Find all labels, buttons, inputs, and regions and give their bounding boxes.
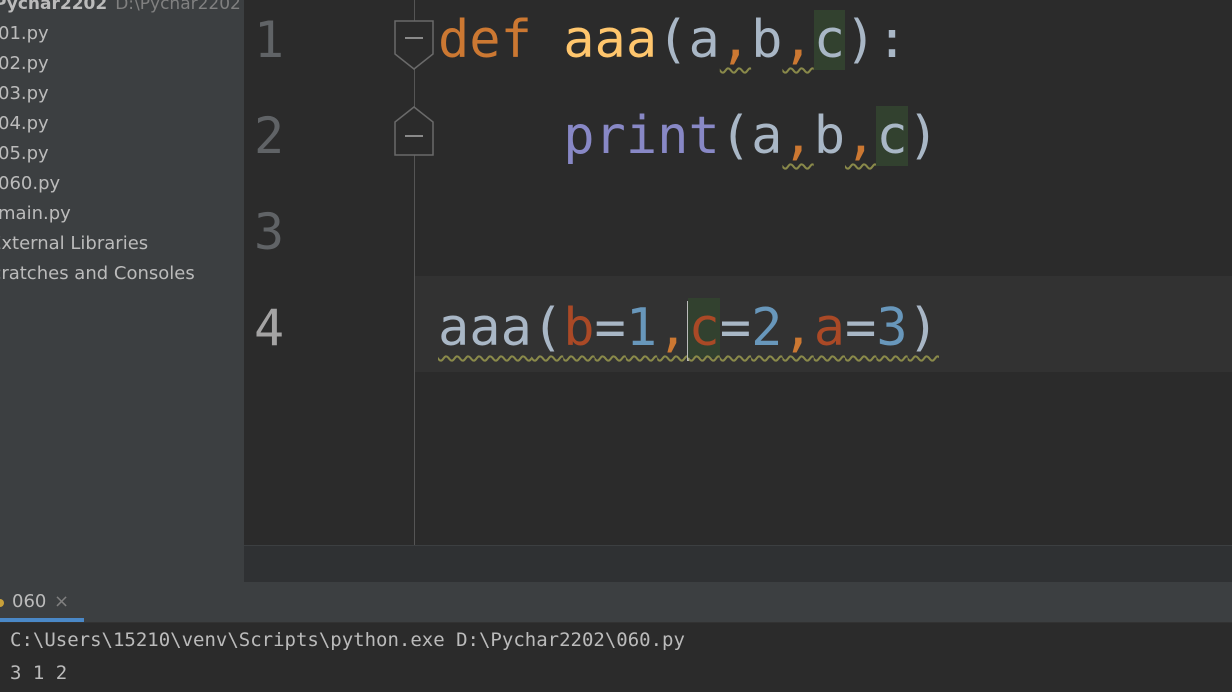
comma: , [782,106,814,166]
line-number: 2 [254,107,285,165]
kwarg-a: a [813,298,846,358]
tree-item-01-py[interactable]: 01.py [0,19,49,49]
builtin-print: print [563,106,720,166]
paren: ( [719,106,752,166]
equals: = [594,298,626,358]
kwarg-b: b [563,298,595,358]
tree-item-060-py[interactable]: 060.py [0,169,60,199]
tree-item-04-py[interactable]: 04.py [0,109,49,139]
code-editor[interactable]: 1 2 3 4 def aaa(a,b,c): print(a,b,c) aaa… [244,0,1232,545]
line-number: 1 [254,11,285,69]
arg-b: b [813,106,846,166]
fold-minus-icon[interactable] [394,20,434,70]
value-1: 1 [625,298,658,358]
code-line-2[interactable]: print(a,b,c) [438,96,939,192]
code-line-1[interactable]: def aaa(a,b,c): [438,0,908,96]
running-indicator-icon [0,599,4,607]
code-line-4[interactable]: aaa(b=1,c=2,a=3) [438,288,939,384]
tree-item-main-py[interactable]: main.py [0,199,71,229]
comma: , [845,106,877,166]
comma: , [782,298,814,358]
tree-item-05-py[interactable]: 05.py [0,139,49,169]
param-c: c [813,10,846,70]
run-tab-060[interactable]: 060 × [0,582,84,622]
keyword-def: def [438,10,532,70]
value-3: 3 [876,298,908,358]
line-number: 4 [254,299,285,357]
param-b: b [751,10,783,70]
run-tab-label: 060 [12,591,47,612]
tree-item-external-libraries[interactable]: External Libraries [0,229,148,259]
paren: ( [531,298,564,358]
function-name: aaa [563,10,658,70]
comma: , [719,10,752,70]
comma: , [782,10,814,70]
arg-c: c [876,106,908,166]
project-root[interactable]: Pychar2202 D:\Pychar2202 [0,0,241,14]
kwarg-c: c [688,298,720,358]
close-icon[interactable]: × [54,591,69,612]
editor-bottom-area [244,545,1232,583]
equals: = [845,298,877,358]
run-console[interactable]: C:\Users\15210\venv\Scripts\python.exe D… [0,623,1232,692]
project-name: Pychar2202 [0,0,108,14]
gutter-separator [414,0,415,545]
call-name: aaa [438,298,532,358]
paren: ( [657,10,689,70]
tree-item-03-py[interactable]: 03.py [0,79,49,109]
console-command-line: C:\Users\15210\venv\Scripts\python.exe D… [10,629,685,651]
value-2: 2 [751,298,783,358]
paren-colon: ): [845,10,908,70]
run-tab-bar: 060 × [0,582,1232,623]
paren: ) [907,298,939,358]
arg-a: a [751,106,783,166]
active-tab-underline [0,618,84,622]
line-number: 3 [254,203,285,261]
project-panel: Pychar2202 D:\Pychar2202 01.py 02.py 03.p… [0,0,244,582]
tree-item-scratches-and-consoles[interactable]: Scratches and Consoles [0,259,195,289]
equals: = [719,298,752,358]
paren: ) [907,106,939,166]
param-a: a [688,10,720,70]
tree-item-02-py[interactable]: 02.py [0,49,49,79]
console-output-line: 3 1 2 [10,662,68,684]
comma: , [657,298,689,358]
fold-end-icon[interactable] [394,106,434,156]
project-path: D:\Pychar2202 [115,0,241,14]
